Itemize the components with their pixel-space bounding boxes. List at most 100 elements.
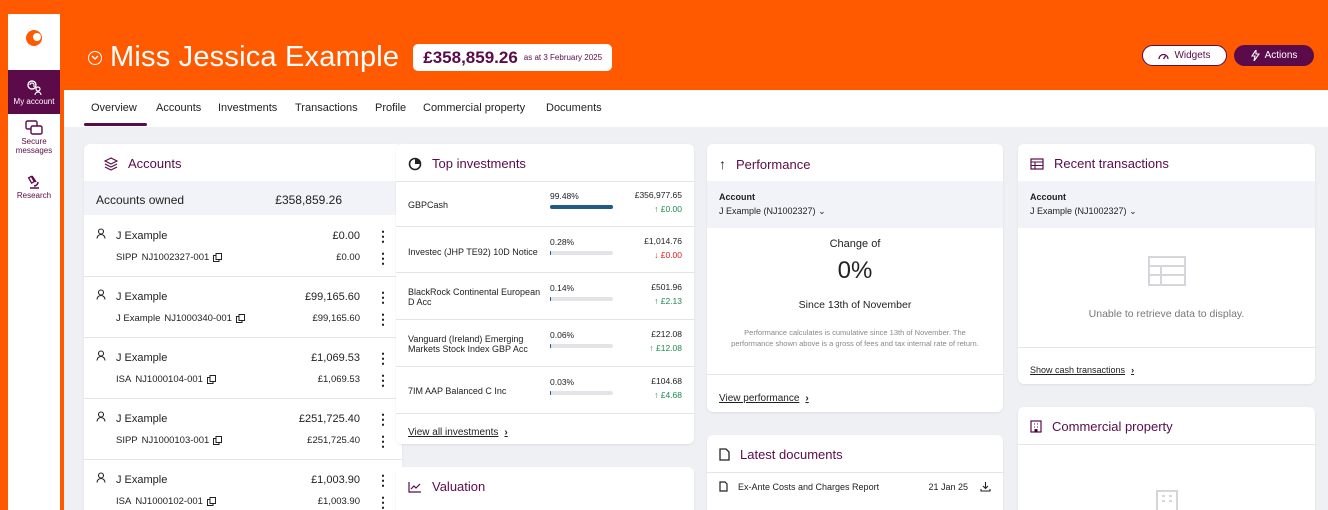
investment-pct: 0.28%	[550, 237, 575, 247]
kebab-menu-icon[interactable]: ⋮	[376, 373, 390, 387]
copy-icon[interactable]	[206, 375, 216, 384]
investment-change-value: £0.00	[660, 204, 682, 214]
recent-transactions-title-text: Recent transactions	[1054, 156, 1169, 171]
lightning-icon	[1250, 50, 1260, 61]
chat-bubbles-icon	[25, 120, 43, 135]
performance-since: Since 13th of November	[798, 299, 912, 311]
latest-documents-card: Latest documents Ex-Ante Costs and Charg…	[707, 435, 1003, 510]
kebab-menu-icon[interactable]: ⋮	[376, 351, 390, 365]
investment-row[interactable]: BlackRock Continental European D Acc 0.1…	[396, 274, 694, 320]
investment-change: ↑ £4.68	[654, 390, 682, 400]
performance-account-value: J Example (NJ1002327)	[719, 206, 816, 216]
tab-profile[interactable]: Profile	[375, 102, 406, 114]
investment-share-fill	[550, 391, 551, 395]
microscope-icon	[27, 175, 39, 189]
copy-icon[interactable]	[213, 436, 223, 445]
performance-card: ↑ Performance Account J Example (NJ10023…	[707, 144, 1003, 412]
performance-account-select[interactable]: J Example (NJ1002327) ⌄	[719, 206, 826, 217]
investment-row[interactable]: Investec (JHP TE92) 10D Notice 0.28% £1,…	[396, 228, 694, 273]
performance-account-selector[interactable]: Account J Example (NJ1002327) ⌄	[707, 181, 1003, 228]
download-icon[interactable]	[980, 481, 991, 492]
investment-change-value: £4.68	[660, 390, 682, 400]
top-investments-title: Top investments	[408, 156, 526, 171]
tab-accounts[interactable]: Accounts	[156, 102, 201, 114]
account-ref: ISA NJ1000102-001	[116, 496, 216, 507]
investment-share-bar	[550, 391, 613, 395]
pie-chart-icon	[408, 157, 422, 170]
investment-name: Vanguard (Ireland) Emerging Markets Stoc…	[408, 334, 528, 354]
commercial-property-card: Commercial property	[1018, 407, 1315, 510]
account-row[interactable]: J Example £99,165.60 ⋮ J Example NJ100034…	[84, 277, 402, 338]
account-type: SIPP	[116, 252, 138, 263]
investment-change-value: £2.13	[660, 296, 682, 306]
account-row[interactable]: J Example £251,725.40 ⋮ SIPP NJ1000103-00…	[84, 399, 402, 460]
accounts-title-text: Accounts	[128, 156, 182, 171]
kebab-menu-icon[interactable]: ⋮	[376, 312, 390, 326]
document-icon	[719, 481, 728, 492]
tab-commercial-property[interactable]: Commercial property	[423, 102, 525, 114]
investment-row[interactable]: GBPCash 99.48% £356,977.65 ↑ £0.00	[396, 182, 694, 227]
show-cash-transactions-link[interactable]: Show cash transactions ›	[1030, 360, 1134, 378]
client-name: Miss Jessica Example	[110, 41, 400, 73]
tab-investments[interactable]: Investments	[218, 102, 277, 114]
kebab-menu-icon[interactable]: ⋮	[376, 290, 390, 304]
account-balance: £0.00	[332, 230, 360, 242]
kebab-menu-icon[interactable]: ⋮	[376, 229, 390, 243]
transactions-account-select[interactable]: J Example (NJ1002327) ⌄	[1030, 206, 1137, 217]
rail-my-account-label: My account	[13, 97, 55, 106]
transactions-account-selector[interactable]: Account J Example (NJ1002327) ⌄	[1018, 181, 1315, 228]
investment-share-bar	[550, 297, 613, 301]
tab-overview[interactable]: Overview	[91, 102, 137, 114]
kebab-menu-icon[interactable]: ⋮	[376, 412, 390, 426]
kebab-menu-icon[interactable]: ⋮	[376, 495, 390, 509]
latest-documents-title: Latest documents	[719, 447, 843, 462]
widgets-button[interactable]: Widgets	[1142, 45, 1227, 66]
account-row[interactable]: J Example £0.00 ⋮ SIPP NJ1002327-001 £0.0…	[84, 216, 402, 277]
transactions-empty-message: Unable to retrieve data to display.	[1088, 308, 1245, 320]
rail-research[interactable]: Research	[8, 174, 60, 204]
rail-secure-messages[interactable]: Secure messages	[8, 120, 60, 160]
empty-building-icon	[1156, 490, 1178, 510]
tab-transactions[interactable]: Transactions	[295, 102, 358, 114]
investment-name: 7IM AAP Balanced C Inc	[408, 386, 507, 396]
document-icon	[719, 448, 730, 461]
rail-research-label: Research	[16, 191, 52, 200]
building-icon	[1030, 420, 1042, 433]
as-at-date: as at 3 February 2025	[523, 53, 603, 62]
kebab-menu-icon[interactable]: ⋮	[376, 473, 390, 487]
investment-pct: 0.06%	[550, 330, 575, 340]
account-owner: J Example	[116, 291, 168, 303]
actions-button[interactable]: Actions	[1234, 45, 1314, 66]
person-icon	[96, 350, 106, 361]
valuation-card: Valuation	[396, 467, 694, 510]
kebab-menu-icon[interactable]: ⋮	[376, 434, 390, 448]
valuation-title: Valuation	[408, 479, 485, 494]
document-row[interactable]: Ex-Ante Costs and Charges Report 21 Jan …	[719, 481, 991, 492]
show-cash-transactions-text: Show cash transactions	[1030, 365, 1126, 375]
copy-icon[interactable]	[235, 314, 245, 323]
investment-row[interactable]: Vanguard (Ireland) Emerging Markets Stoc…	[396, 321, 694, 367]
investment-name: BlackRock Continental European D Acc	[408, 287, 541, 307]
accounts-owned-label: Accounts owned	[96, 193, 185, 207]
view-performance-link[interactable]: View performance ›	[719, 388, 809, 406]
account-row[interactable]: J Example £1,003.90 ⋮ ISA NJ1000102-001 £…	[84, 460, 402, 510]
latest-documents-title-text: Latest documents	[740, 447, 843, 462]
account-type: ISA	[116, 374, 132, 385]
copy-icon[interactable]	[206, 497, 216, 506]
total-value: £358,859.26	[423, 47, 518, 67]
account-ref: SIPP NJ1000103-001	[116, 435, 223, 446]
tab-documents[interactable]: Documents	[546, 102, 602, 114]
view-all-investments-link[interactable]: View all investments ›	[408, 422, 508, 440]
account-number: NJ1000104-001	[135, 374, 203, 385]
client-header: Miss Jessica Example £358,859.26 as at 3…	[88, 41, 613, 74]
account-type: ISA	[116, 496, 132, 507]
rail-my-account[interactable]: My account	[8, 70, 60, 114]
accounts-card-title: Accounts	[104, 156, 181, 171]
copy-icon[interactable]	[213, 253, 223, 262]
investment-value: £1,014.76	[644, 236, 682, 246]
investment-row[interactable]: 7IM AAP Balanced C Inc 0.03% £104.68 ↑ £…	[396, 368, 694, 414]
account-ref: SIPP NJ1002327-001	[116, 252, 223, 263]
account-row[interactable]: J Example £1,069.53 ⋮ ISA NJ1000104-001 £…	[84, 338, 402, 399]
chevron-down-icon[interactable]	[88, 50, 102, 65]
kebab-menu-icon[interactable]: ⋮	[376, 251, 390, 265]
